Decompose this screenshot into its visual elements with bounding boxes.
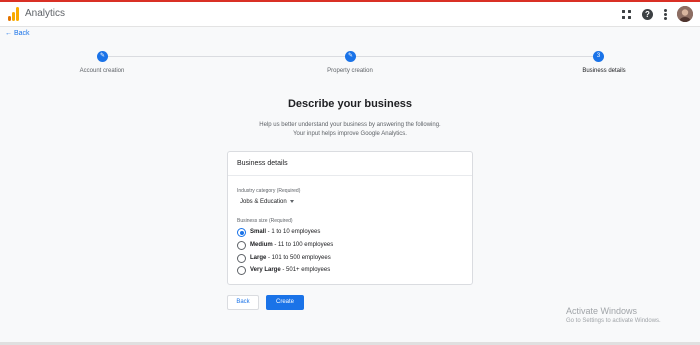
size-option-range: - 501+ employees [280, 267, 331, 273]
size-option-range: - 1 to 10 employees [266, 229, 321, 235]
page-title: Describe your business [287, 98, 413, 110]
industry-category-select[interactable]: Jobs & Education [240, 199, 294, 205]
radio-unchecked-icon[interactable] [237, 241, 246, 250]
back-link[interactable]: ← Back [5, 30, 30, 37]
help-icon[interactable]: ? [642, 9, 653, 20]
business-details-card: Business details Industry category (Requ… [227, 151, 473, 285]
size-option-title: Large [250, 255, 267, 261]
size-option-range: - 101 to 500 employees [266, 255, 331, 261]
step-2-label: Property creation [327, 68, 373, 74]
business-size-label: Business size (Required) [237, 218, 293, 224]
dropdown-caret-icon [289, 199, 294, 203]
card-divider [228, 175, 472, 176]
radio-unchecked-icon[interactable] [237, 254, 246, 263]
size-option-title: Small [250, 229, 267, 235]
apps-grid-icon[interactable] [622, 10, 631, 19]
step-1-edit-icon[interactable]: ✎ [97, 51, 108, 62]
radio-checked-icon[interactable] [237, 228, 246, 237]
subtitle-line-1: Help us better understand your business … [259, 122, 441, 128]
size-option-range: - 11 to 100 employees [272, 242, 334, 248]
size-option-title: Medium [250, 242, 273, 248]
create-button[interactable]: Create [266, 295, 304, 310]
industry-category-value: Jobs & Education [240, 199, 287, 205]
radio-unchecked-icon[interactable] [237, 266, 246, 275]
avatar[interactable] [677, 6, 693, 22]
back-button[interactable]: Back [227, 295, 259, 310]
back-link-label: Back [13, 30, 30, 37]
step-1-label: Account creation [79, 68, 125, 74]
activate-windows-title: Activate Windows [566, 306, 638, 316]
page-subtitle: Help us better understand your business … [0, 121, 700, 139]
step-3-number: 3 [593, 51, 604, 62]
more-vert-icon[interactable] [664, 9, 667, 20]
industry-category-label: Industry category (Required) [237, 188, 301, 194]
size-option-title: Very Large [250, 267, 281, 273]
step-3-label: Business details [582, 68, 626, 74]
arrow-back-icon: ← [5, 30, 12, 37]
card-title: Business details [237, 160, 288, 167]
activate-windows-subtitle: Go to Settings to activate Windows. [566, 318, 661, 324]
analytics-logo-icon[interactable] [8, 7, 19, 21]
app-bar: Analytics ? [0, 2, 700, 27]
subtitle-line-2: Your input helps improve Google Analytic… [293, 131, 407, 137]
step-2-edit-icon[interactable]: ✎ [345, 51, 356, 62]
app-title: Analytics [25, 8, 66, 19]
